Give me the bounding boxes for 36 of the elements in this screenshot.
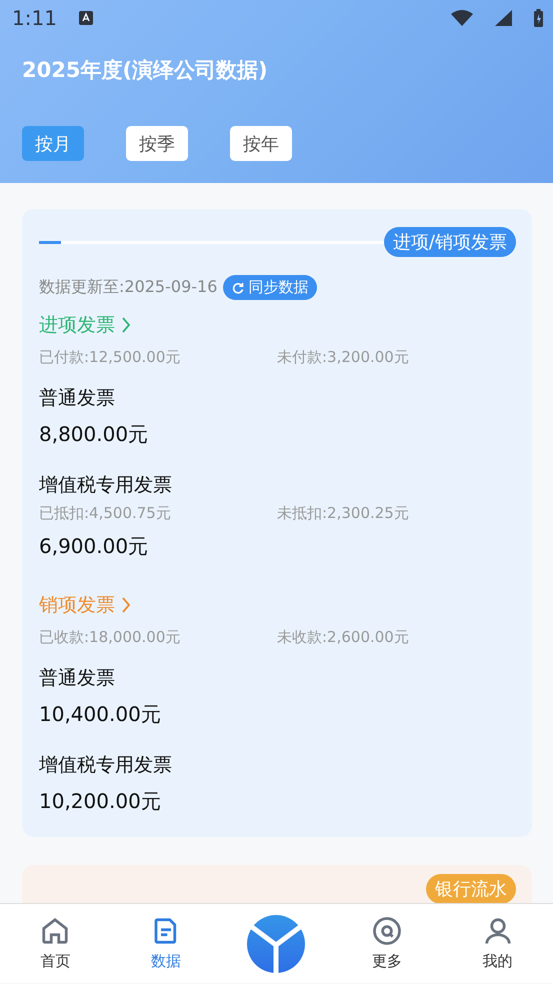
refresh-icon bbox=[232, 282, 244, 294]
card-badge: 银行流水 bbox=[426, 874, 516, 903]
amount-text: 6,900.00元 bbox=[39, 533, 150, 560]
chevron-right-icon bbox=[121, 597, 131, 613]
signal-icon bbox=[495, 10, 512, 26]
nav-tab[interactable]: 更多 bbox=[332, 915, 442, 972]
detail-text: 已抵扣:4,500.75元 bbox=[39, 504, 172, 523]
period-tab[interactable]: 按年 bbox=[230, 126, 292, 161]
detail-text: 未抵扣:2,300.25元 bbox=[277, 504, 410, 523]
nav-tab[interactable]: 我的 bbox=[442, 915, 553, 972]
battery-icon bbox=[534, 9, 543, 27]
card-badge: 进项/销项发票 bbox=[384, 227, 516, 257]
keyboard-icon bbox=[78, 11, 93, 25]
summary-text: 已收款:18,000.00元 bbox=[39, 628, 182, 647]
invoice-type: 普通发票 bbox=[39, 666, 116, 691]
invoice-type: 增值税专用发票 bbox=[39, 753, 173, 778]
home-icon bbox=[40, 916, 70, 946]
nav-tab[interactable]: 首页 bbox=[0, 915, 111, 972]
chevron-right-icon bbox=[121, 317, 131, 333]
person-icon bbox=[482, 916, 513, 946]
amount-text: 10,200.00元 bbox=[39, 788, 162, 815]
amount-text: 10,400.00元 bbox=[39, 701, 162, 728]
invoice-type: 增值税专用发票 bbox=[39, 473, 173, 498]
logo-icon[interactable] bbox=[247, 914, 306, 972]
update-date: 数据更新至:2025-09-16 bbox=[39, 277, 218, 298]
invoice-type: 普通发票 bbox=[39, 386, 116, 411]
page-title: 2025年度(演绎公司数据) bbox=[21, 57, 269, 84]
search-icon bbox=[372, 916, 402, 946]
wifi-icon bbox=[451, 10, 473, 26]
period-tab[interactable]: 按季 bbox=[126, 126, 188, 161]
summary-text: 未付款:3,200.00元 bbox=[277, 348, 410, 367]
status-time: 1:11 bbox=[12, 6, 57, 30]
nav-tab[interactable]: 数据 bbox=[110, 915, 222, 972]
summary-text: 已付款:12,500.00元 bbox=[39, 348, 182, 367]
summary-text: 未收款:2,600.00元 bbox=[277, 628, 410, 647]
amount-text: 8,800.00元 bbox=[39, 421, 150, 448]
